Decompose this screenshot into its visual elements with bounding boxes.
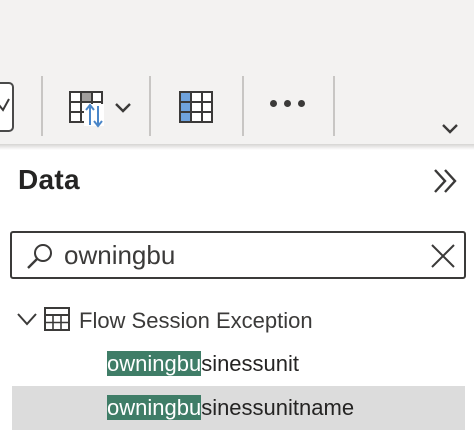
ribbon-separator [242,76,244,136]
more-options-button[interactable] [270,100,306,112]
app-root: Data Fl [0,0,474,445]
chevron-down-icon[interactable] [16,312,38,326]
search-match-highlight: owningbu [107,351,202,376]
transform-data-button[interactable] [68,90,136,133]
table-name: Flow Session Exception [79,308,313,333]
clear-search-icon[interactable] [430,243,456,269]
table-grid-icon [179,91,213,123]
double-chevron-right-icon [434,169,457,193]
check-icon [0,98,10,112]
field-name-rest: sinessunitname [201,395,355,420]
ribbon-separator [333,76,335,136]
ribbon-separator [41,76,43,136]
table-view-button[interactable] [178,90,214,129]
checkbox-button[interactable] [0,82,14,132]
table-icon [44,307,70,331]
collapse-pane-button[interactable] [432,168,460,199]
field-name: owningbusinessunit [107,351,299,377]
pane-title: Data [18,164,80,195]
search-icon [27,244,52,269]
search-box [10,231,466,279]
more-ellipsis-icon [298,100,305,107]
field-row-selected[interactable]: owningbusinessunitname [12,386,465,430]
ribbon-separator [149,76,151,136]
field-name: owningbusinessunitname [107,395,354,421]
field-name-rest: sinessunit [201,351,300,376]
ribbon-collapse-button[interactable] [440,122,460,141]
search-input[interactable] [64,239,424,271]
more-ellipsis-icon [270,100,277,107]
ribbon [0,0,474,144]
field-row[interactable]: owningbusinessunit [12,342,465,386]
search-match-highlight: owningbu [107,395,202,420]
more-ellipsis-icon [284,100,291,107]
table-node[interactable]: Flow Session Exception [0,298,474,344]
ribbon-shadow [0,144,474,150]
table-sort-icon [69,91,131,128]
chevron-down-icon [442,124,458,134]
